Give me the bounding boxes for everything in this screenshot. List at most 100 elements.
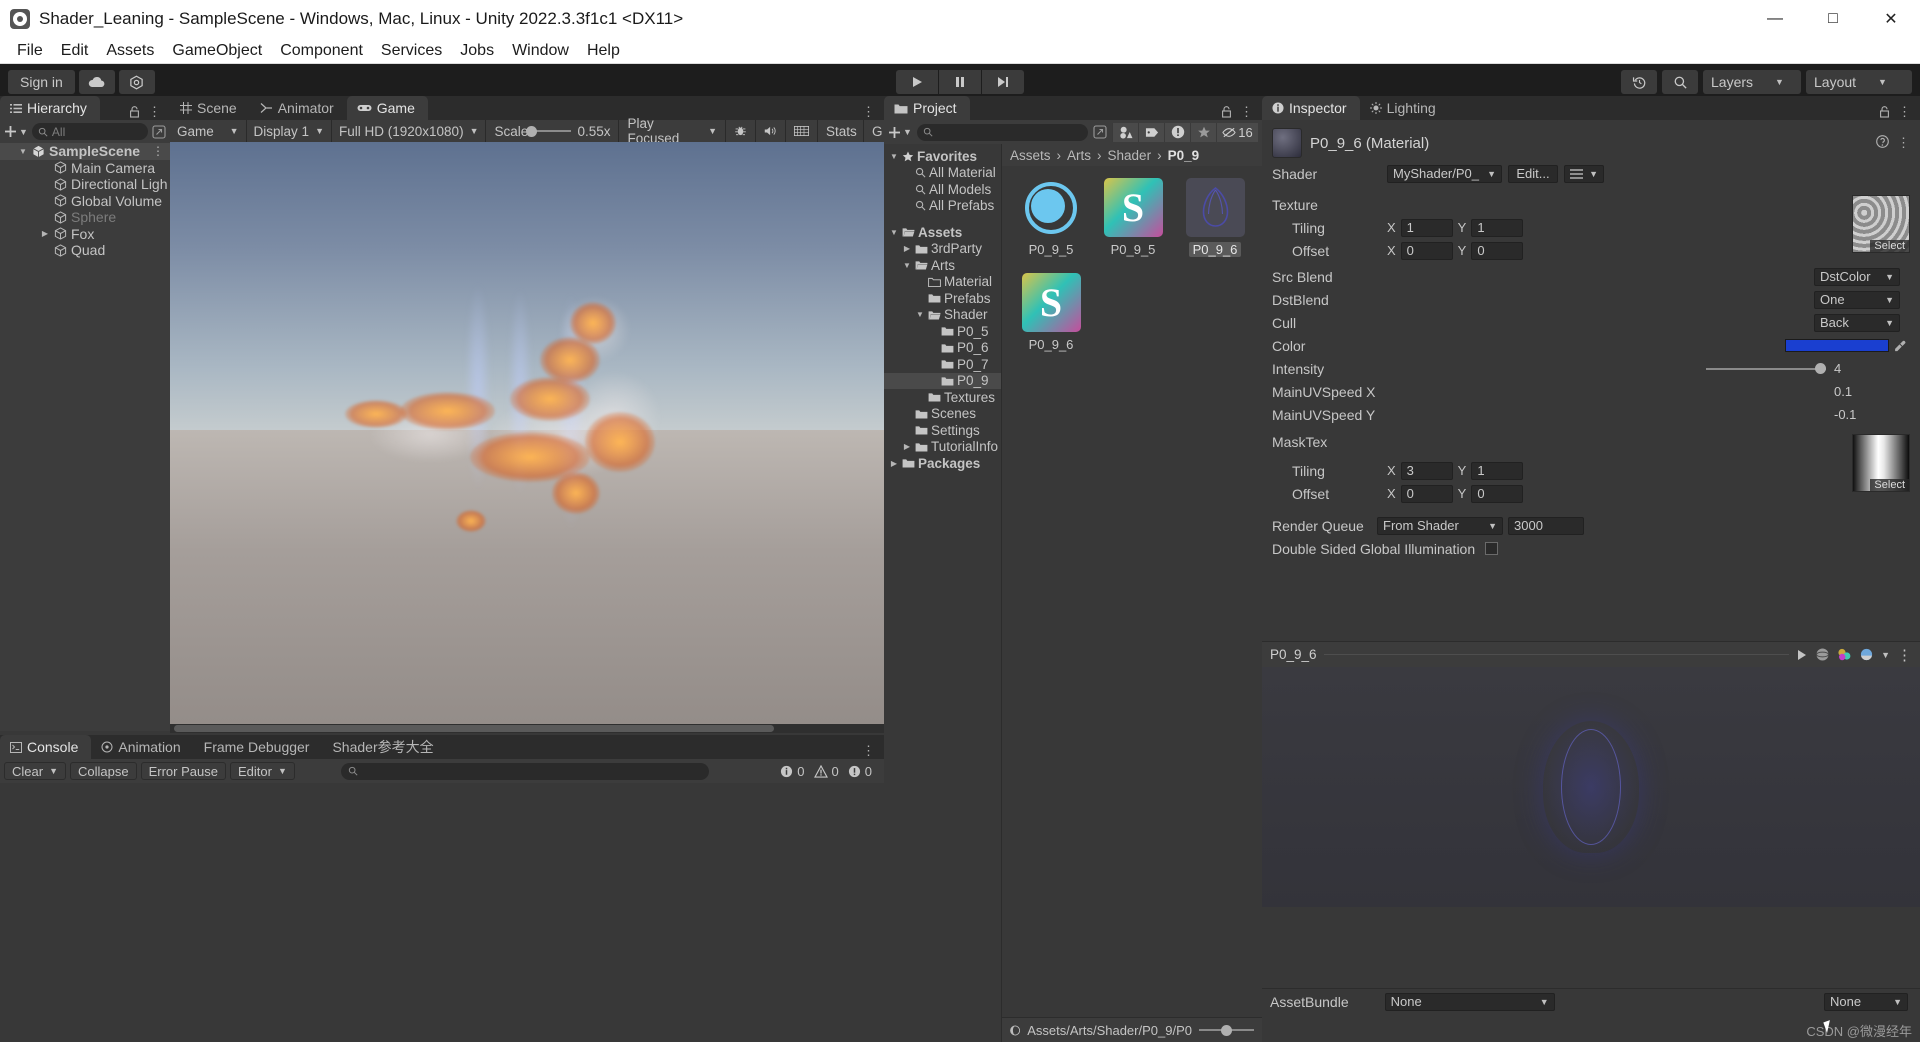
stats-button[interactable]: Stats: [818, 120, 864, 142]
cull-dropdown[interactable]: Back ▼: [1814, 313, 1900, 332]
eyedropper-icon[interactable]: [1894, 340, 1906, 352]
gizmos-button[interactable]: G: [864, 120, 884, 142]
more-options-icon[interactable]: ⋮: [1240, 104, 1253, 120]
project-tree-item-packages[interactable]: ▶ Packages: [884, 455, 1001, 472]
asset-item[interactable]: S P0_9_6: [1018, 273, 1084, 352]
scale-slider-knob[interactable]: [526, 125, 538, 137]
project-tree-item-p0_6[interactable]: P0_6: [884, 340, 1001, 357]
resolution-dropdown[interactable]: Full HD (1920x1080) ▼: [332, 120, 487, 142]
stats-grid-icon[interactable]: [786, 120, 818, 142]
shader-preset-menu[interactable]: ▼: [1564, 164, 1604, 183]
more-options-icon[interactable]: ⋮: [862, 104, 875, 120]
masktex-offset-y-input[interactable]: 0: [1471, 484, 1524, 503]
expand-window-icon[interactable]: [1093, 125, 1107, 139]
color-swatch[interactable]: [1785, 339, 1889, 352]
cloud-icon[interactable]: [78, 70, 115, 94]
menu-jobs[interactable]: Jobs: [451, 40, 503, 62]
project-tree-item-3rdparty[interactable]: ▶ 3rdParty: [884, 241, 1001, 258]
uvspeed-y-value[interactable]: -0.1: [1834, 407, 1910, 422]
render-icon[interactable]: [1859, 647, 1874, 662]
menu-file[interactable]: File: [8, 40, 52, 62]
hidden-assets-count[interactable]: 16: [1216, 122, 1258, 142]
clear-button[interactable]: Clear ▼: [4, 762, 66, 780]
more-options-icon[interactable]: ⋮: [148, 104, 161, 120]
step-button[interactable]: [982, 70, 1024, 94]
material-preview-viewport[interactable]: [1262, 667, 1920, 907]
breadcrumb-item[interactable]: Shader: [1108, 148, 1152, 163]
texture-slot-thumbnail[interactable]: Select: [1852, 195, 1910, 253]
project-tree-item-p0_9[interactable]: P0_9: [884, 372, 1001, 389]
scale-slider-group[interactable]: Scale 0.55x: [486, 120, 620, 142]
hierarchy-item-directional-ligh[interactable]: Directional Ligh: [0, 176, 170, 193]
tab-hierarchy[interactable]: Hierarchy: [0, 96, 100, 120]
masktex-offset-x-input[interactable]: 0: [1400, 484, 1453, 503]
assetbundle-variant-dropdown[interactable]: None ▼: [1824, 992, 1908, 1011]
breadcrumb-item[interactable]: Arts: [1067, 148, 1091, 163]
play-button[interactable]: [896, 70, 938, 94]
menu-assets[interactable]: Assets: [97, 40, 163, 62]
play-mode-dropdown[interactable]: Play Focused ▼: [619, 116, 726, 146]
project-tree-item-p0_5[interactable]: P0_5: [884, 323, 1001, 340]
pause-button[interactable]: [939, 70, 981, 94]
expand-arrow-icon[interactable]: ▶: [902, 442, 912, 451]
menu-window[interactable]: Window: [503, 40, 578, 62]
undo-history-icon[interactable]: [1621, 70, 1657, 94]
editor-dropdown[interactable]: Editor ▼: [229, 762, 295, 780]
texture-tiling-x-input[interactable]: 1: [1400, 218, 1453, 237]
expand-arrow-icon[interactable]: ▼: [889, 228, 899, 237]
project-tree-item-tutorialinfo[interactable]: ▶ TutorialInfo: [884, 439, 1001, 456]
project-tree-item-shader[interactable]: ▼ Shader: [884, 307, 1001, 324]
tab-animator[interactable]: Animator: [249, 96, 347, 120]
menu-edit[interactable]: Edit: [52, 40, 98, 62]
create-object-button[interactable]: ▼: [4, 125, 28, 138]
label-filter-icon[interactable]: [1138, 122, 1164, 142]
edit-shader-button[interactable]: Edit...: [1508, 164, 1558, 183]
help-icon[interactable]: [1876, 135, 1889, 151]
tab-lighting[interactable]: Lighting: [1359, 96, 1449, 120]
menu-services[interactable]: Services: [372, 40, 451, 62]
hierarchy-item-global-volume[interactable]: Global Volume: [0, 193, 170, 210]
tab-shader-reference[interactable]: Shader参考大全: [322, 735, 447, 759]
double-sided-gi-checkbox[interactable]: [1485, 542, 1499, 555]
unity-services-icon[interactable]: [118, 70, 155, 94]
create-asset-button[interactable]: ▼: [888, 126, 912, 139]
project-tree-item-all-models[interactable]: All Models: [884, 181, 1001, 198]
masktex-tiling-y-input[interactable]: 1: [1471, 461, 1524, 480]
sign-in-button[interactable]: Sign in: [8, 70, 75, 94]
search-icon[interactable]: [1662, 70, 1698, 94]
gizmos-bug-icon[interactable]: [726, 120, 756, 142]
display-dropdown[interactable]: Display 1 ▼: [247, 120, 332, 142]
project-tree-item-settings[interactable]: Settings: [884, 422, 1001, 439]
expand-arrow-icon[interactable]: ▼: [915, 310, 925, 319]
texture-select-button[interactable]: Select: [1870, 240, 1909, 252]
project-tree-item-material[interactable]: Material: [884, 274, 1001, 291]
hierarchy-item-sphere[interactable]: Sphere: [0, 209, 170, 226]
menu-gameobject[interactable]: GameObject: [163, 40, 271, 62]
expand-window-icon[interactable]: [152, 124, 166, 139]
layers-dropdown[interactable]: Layers ▼: [1703, 70, 1801, 94]
masktex-tiling-x-input[interactable]: 3: [1400, 461, 1453, 480]
hierarchy-item-main-camera[interactable]: Main Camera: [0, 160, 170, 177]
layout-dropdown[interactable]: Layout ▼: [1806, 70, 1912, 94]
expand-arrow-icon[interactable]: ▶: [902, 244, 912, 253]
texture-tiling-y-input[interactable]: 1: [1471, 218, 1524, 237]
warning-count[interactable]: 0: [813, 764, 839, 779]
uvspeed-x-value[interactable]: 0.1: [1834, 384, 1910, 399]
icon-size-knob[interactable]: [1221, 1024, 1232, 1036]
tab-animation[interactable]: Animation: [91, 735, 194, 759]
expand-arrow-icon[interactable]: ▶: [40, 229, 50, 238]
tab-console[interactable]: Console: [0, 735, 92, 759]
game-render-canvas[interactable]: [170, 142, 884, 733]
hierarchy-search-input[interactable]: All: [31, 123, 148, 140]
error-count[interactable]: 0: [848, 764, 872, 779]
expand-arrow-icon[interactable]: ▼: [902, 261, 912, 270]
close-button[interactable]: ✕: [1862, 0, 1920, 38]
mute-audio-icon[interactable]: [756, 120, 786, 142]
hierarchy-item-fox[interactable]: ▶ Fox: [0, 226, 170, 243]
lock-icon[interactable]: [1221, 106, 1232, 118]
project-tree-item-assets[interactable]: ▼ Assets: [884, 224, 1001, 241]
src-blend-dropdown[interactable]: DstColor ▼: [1814, 267, 1900, 286]
asset-item[interactable]: P0_9_6: [1182, 178, 1248, 257]
console-message-list[interactable]: [0, 783, 884, 1041]
intensity-slider[interactable]: [1706, 363, 1826, 374]
